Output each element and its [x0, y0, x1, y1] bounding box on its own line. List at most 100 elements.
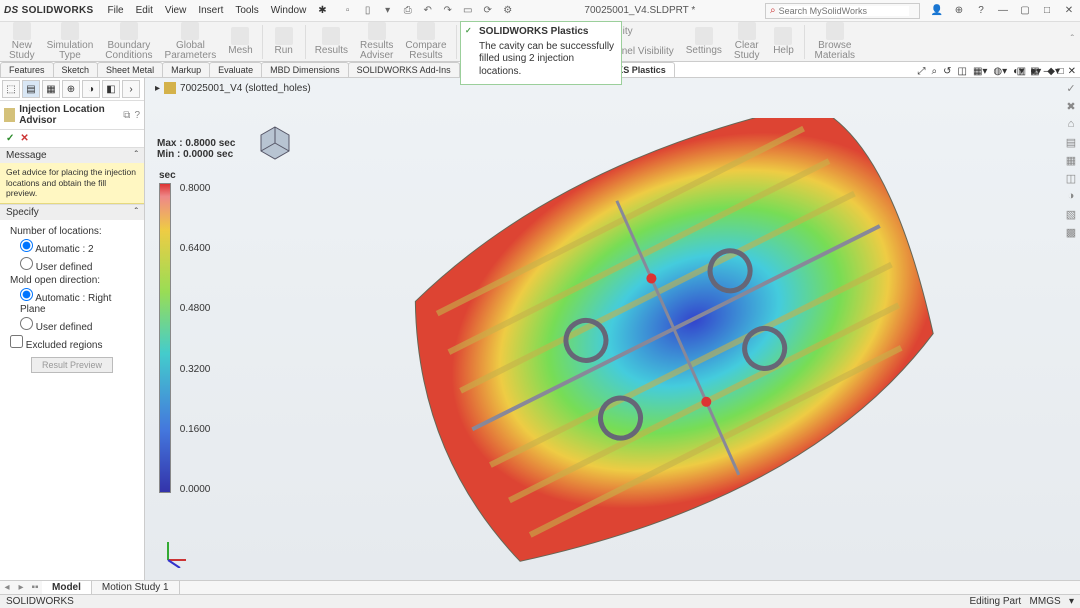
- result-preview-button[interactable]: Result Preview: [31, 357, 113, 373]
- advisor-help-icon[interactable]: ?: [134, 110, 140, 121]
- cancel-button[interactable]: ✕: [20, 133, 28, 144]
- mgr-more-icon[interactable]: ›: [122, 80, 140, 98]
- specify-panel-head[interactable]: Specifyˆ: [0, 204, 144, 220]
- zoomarea-icon[interactable]: ⌕: [931, 66, 937, 77]
- print-icon[interactable]: ⎙: [401, 4, 415, 18]
- rail-view-icon[interactable]: ◫: [1064, 172, 1078, 186]
- doc-close-icon[interactable]: ✕: [1068, 66, 1076, 77]
- message-panel-head[interactable]: Messageˆ: [0, 147, 144, 163]
- help-icon[interactable]: ?: [974, 5, 988, 16]
- ribbon-collapse-icon[interactable]: ˆ: [1071, 34, 1074, 45]
- display-icon[interactable]: ◍▾: [993, 66, 1007, 77]
- ribbon-run[interactable]: Run: [267, 26, 301, 57]
- bottom-tab-motion[interactable]: Motion Study 1: [92, 581, 180, 594]
- num-auto-radio[interactable]: Automatic : 2: [20, 239, 138, 255]
- doc-max-icon[interactable]: □: [1058, 66, 1064, 77]
- rail-library-icon[interactable]: ▦: [1064, 154, 1078, 168]
- tab-evaluate[interactable]: Evaluate: [209, 62, 262, 77]
- ribbon-results[interactable]: Results: [310, 26, 353, 57]
- ribbon-results-adviser[interactable]: ResultsAdviser: [355, 21, 398, 62]
- notification-toast[interactable]: SOLIDWORKS Plastics The cavity can be su…: [460, 21, 622, 85]
- ribbon-mesh[interactable]: Mesh: [223, 26, 257, 57]
- rail-custom-icon[interactable]: ▧: [1064, 208, 1078, 222]
- orientation-cube[interactable]: [255, 123, 295, 163]
- close-icon[interactable]: ✕: [1062, 5, 1076, 16]
- rail-appearance-icon[interactable]: ◑: [1064, 190, 1078, 204]
- menu-tools[interactable]: Tools: [235, 5, 258, 16]
- doc-tile-icon[interactable]: ▦: [1030, 66, 1039, 77]
- prevview-icon[interactable]: ↺: [943, 66, 951, 77]
- breadcrumb[interactable]: ▸ 70025001_V4 (slotted_holes): [155, 82, 311, 94]
- ribbon-browse-materials[interactable]: BrowseMaterials: [809, 21, 860, 62]
- tab-features[interactable]: Features: [0, 62, 54, 77]
- ribbon-compare[interactable]: CompareResults: [400, 21, 451, 62]
- tab-prev-icon[interactable]: ◂: [0, 582, 14, 593]
- rail-resources-icon[interactable]: ▤: [1064, 136, 1078, 150]
- login-icon[interactable]: 👤: [930, 5, 944, 16]
- menu-edit[interactable]: Edit: [136, 5, 153, 16]
- ribbon-settings[interactable]: Settings: [681, 26, 727, 57]
- rebuild-icon[interactable]: ⟳: [481, 4, 495, 18]
- ribbon: NewStudy SimulationType BoundaryConditio…: [0, 22, 1080, 62]
- cascade-icon[interactable]: ▢: [1018, 5, 1032, 16]
- num-user-radio[interactable]: User defined: [20, 257, 138, 273]
- plastics-tree-icon[interactable]: ◧: [102, 80, 120, 98]
- undo-icon[interactable]: ↶: [421, 4, 435, 18]
- graphics-viewport[interactable]: ▸ 70025001_V4 (slotted_holes) Max : 0.80…: [145, 78, 1080, 586]
- select-icon[interactable]: ▭: [461, 4, 475, 18]
- menu-file[interactable]: File: [107, 5, 123, 16]
- mold-auto-radio[interactable]: Automatic : Right Plane: [20, 288, 138, 315]
- feature-tree-icon[interactable]: ⬚: [2, 80, 20, 98]
- tab-sheetmetal[interactable]: Sheet Metal: [97, 62, 163, 77]
- ribbon-new-study[interactable]: NewStudy: [4, 21, 40, 62]
- advisor-pin-icon[interactable]: ⧉: [123, 110, 130, 121]
- save-icon[interactable]: ▾: [381, 4, 395, 18]
- doc-min-icon[interactable]: —: [1044, 66, 1054, 77]
- redo-icon[interactable]: ↷: [441, 4, 455, 18]
- doc-split-icon[interactable]: ▥: [1017, 66, 1026, 77]
- display-mgr-icon[interactable]: ◑: [82, 80, 100, 98]
- propmgr-icon[interactable]: ▤: [22, 80, 40, 98]
- dimxpert-icon[interactable]: ⊕: [62, 80, 80, 98]
- tab-markup[interactable]: Markup: [162, 62, 210, 77]
- rail-home-icon[interactable]: ⌂: [1064, 118, 1078, 132]
- ribbon-help[interactable]: Help: [766, 26, 800, 57]
- ribbon-clear-study[interactable]: ClearStudy: [729, 21, 765, 62]
- orient-icon[interactable]: ▦▾: [973, 66, 987, 77]
- menu-star[interactable]: ✱: [318, 5, 326, 16]
- tab-addins[interactable]: SOLIDWORKS Add-Ins: [348, 62, 460, 77]
- ok-button[interactable]: ✓: [6, 133, 14, 144]
- tab-sketch[interactable]: Sketch: [53, 62, 99, 77]
- rail-forum-icon[interactable]: ▩: [1064, 226, 1078, 240]
- search-box[interactable]: ⌕: [765, 3, 920, 19]
- accept-icon[interactable]: ✓: [1064, 82, 1078, 96]
- collapse-icon: ˆ: [135, 150, 138, 161]
- tab-mbd[interactable]: MBD Dimensions: [261, 62, 349, 77]
- search-input[interactable]: [779, 6, 909, 16]
- status-units[interactable]: MMGS: [1030, 596, 1061, 607]
- ribbon-sim-type[interactable]: SimulationType: [42, 21, 99, 62]
- tab-list-icon[interactable]: ▪▪: [28, 582, 42, 593]
- section-icon[interactable]: ◫: [957, 66, 966, 77]
- bottom-tab-model[interactable]: Model: [42, 581, 92, 594]
- ribbon-boundary[interactable]: BoundaryConditions: [100, 21, 157, 62]
- advisor-header: Injection Location Advisor ⧉ ?: [0, 101, 144, 130]
- ribbon-global-params[interactable]: GlobalParameters: [160, 21, 222, 62]
- excluded-check[interactable]: Excluded regions: [10, 335, 138, 351]
- options-icon[interactable]: ⚙: [501, 4, 515, 18]
- tab-next-icon[interactable]: ▸: [14, 582, 28, 593]
- menu-window[interactable]: Window: [271, 5, 307, 16]
- menu-insert[interactable]: Insert: [198, 5, 223, 16]
- view-triad[interactable]: [160, 538, 190, 568]
- reject-icon[interactable]: ✖: [1064, 100, 1078, 114]
- maximize-icon[interactable]: □: [1040, 5, 1054, 16]
- zoomfit-icon[interactable]: ⤢: [917, 66, 925, 77]
- legend-tick: 0.0000: [180, 484, 211, 495]
- new-icon[interactable]: ▫: [341, 4, 355, 18]
- mold-user-radio[interactable]: User defined: [20, 317, 138, 333]
- minimize-icon[interactable]: —: [996, 5, 1010, 16]
- open-icon[interactable]: ▯: [361, 4, 375, 18]
- configmgr-icon[interactable]: ▦: [42, 80, 60, 98]
- notify-icon[interactable]: ⊕: [952, 5, 966, 16]
- menu-view[interactable]: View: [165, 5, 187, 16]
